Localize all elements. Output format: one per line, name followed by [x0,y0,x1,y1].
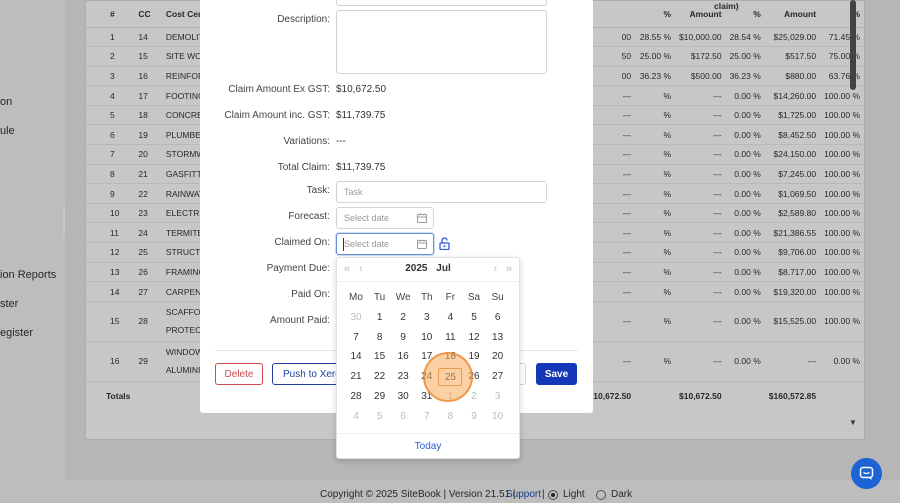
calendar-day[interactable]: 11 [438,329,462,347]
top-input-field[interactable] [336,0,547,6]
unlock-icon[interactable] [439,237,450,250]
calendar-day[interactable]: 18 [438,348,462,366]
total-claim-row: Total Claim: $11,739.75 [200,158,593,180]
calendar-day[interactable]: 30 [344,309,368,327]
description-row: Description: [200,10,593,76]
calendar-day[interactable]: 25 [438,368,463,387]
calendar-day[interactable]: 5 [462,309,486,327]
calendar-day[interactable]: 8 [368,329,392,347]
calendar-day[interactable]: 2 [462,388,486,406]
calendar-day[interactable]: 19 [462,348,486,366]
today-button[interactable]: Today [337,433,519,459]
calendar-day[interactable]: 2 [391,309,415,327]
calendar-day[interactable]: 16 [391,348,415,366]
claim-inc-gst-value: $11,739.75 [336,110,386,121]
calendar-day[interactable]: 10 [486,408,510,426]
calendar-day[interactable]: 14 [344,348,368,366]
calendar-day[interactable]: 5 [368,408,392,426]
weekday-header: Mo [349,292,363,303]
calendar-day[interactable]: 22 [368,368,392,386]
calendar-day[interactable]: 12 [462,329,486,347]
claim-inc-gst-row: Claim Amount inc. GST: $11,739.75 [200,106,593,128]
description-label: Description: [277,14,330,25]
delete-button[interactable]: Delete [215,363,263,385]
calendar-day[interactable]: 9 [462,408,486,426]
next-year-icon[interactable]: » [506,263,512,275]
calendar-day[interactable]: 1 [368,309,392,327]
calendar-day[interactable]: 30 [391,388,415,406]
task-row: Task: [200,181,593,203]
calendar-day[interactable]: 7 [415,408,439,426]
forecast-row: Forecast: Select date [200,207,593,229]
calendar-day[interactable]: 21 [344,368,368,386]
task-label: Task: [306,185,330,196]
calendar-day[interactable]: 13 [486,329,510,347]
month-selector[interactable]: Jul [436,263,450,274]
forecast-date-input[interactable]: Select date [336,207,434,229]
weekday-header: Su [491,292,504,303]
calendar-day[interactable]: 31 [415,388,439,406]
weekday-header: We [395,292,411,303]
calendar-day[interactable]: 10 [415,329,439,347]
calendar-day[interactable]: 3 [486,388,510,406]
date-picker-header: « ‹ 2025 Jul › » [337,258,519,282]
claimed-on-date-input[interactable]: Select date [336,233,434,255]
calendar-day[interactable]: 28 [344,388,368,406]
amount-paid-label: Amount Paid: [269,315,330,326]
save-button[interactable]: Save [536,363,577,385]
calendar-day[interactable]: 15 [368,348,392,366]
claim-ex-gst-row: Claim Amount Ex GST: $10,672.50 [200,80,593,102]
forecast-placeholder: Select date [344,213,390,223]
chat-icon [859,466,874,480]
variations-value: --- [336,136,346,147]
variations-row: Variations: --- [200,132,593,154]
payment-due-label: Payment Due: [266,263,330,274]
forecast-label: Forecast: [288,211,330,222]
calendar-day[interactable]: 3 [415,309,439,327]
calendar-day[interactable]: 9 [391,329,415,347]
weekday-header: Th [420,292,433,303]
calendar-day[interactable]: 26 [462,368,486,386]
description-textarea[interactable] [336,10,547,74]
calendar-day[interactable]: 20 [486,348,510,366]
calendar-day[interactable]: 4 [438,309,462,327]
calendar-day[interactable]: 24 [415,368,439,386]
calendar-day[interactable]: 8 [438,408,462,426]
task-input[interactable] [336,181,547,203]
weekday-header: Sa [467,292,481,303]
total-claim-value: $11,739.75 [336,162,386,173]
paid-on-label: Paid On: [291,289,330,300]
calendar-day[interactable]: 17 [415,348,439,366]
claimed-on-row: Claimed On: Select date [200,233,593,255]
next-month-icon[interactable]: › [493,263,497,275]
calendar-day[interactable]: 6 [486,309,510,327]
calendar-icon [417,239,427,249]
date-picker-popup: « ‹ 2025 Jul › » Mo Tu We Th Fr Sa Su 30 1 2 3 4 5 6 7… [336,257,520,459]
calendar-day[interactable]: 7 [344,329,368,347]
weekday-header: Tu [373,292,386,303]
date-picker-title: 2025 Jul [337,263,519,274]
calendar-day[interactable]: 23 [391,368,415,386]
calendar-day[interactable]: 27 [486,368,510,386]
claim-inc-gst-label: Claim Amount inc. GST: [224,110,330,121]
variations-label: Variations: [283,136,330,147]
chat-button[interactable] [851,458,882,489]
total-claim-label: Total Claim: [277,162,330,173]
claim-ex-gst-label: Claim Amount Ex GST: [228,84,330,95]
calendar-day[interactable]: 1 [438,388,462,406]
claimed-on-label: Claimed On: [274,237,330,248]
weekday-header: Fr [445,292,456,303]
claim-ex-gst-value: $10,672.50 [336,84,387,95]
claimed-on-placeholder: Select date [344,239,390,249]
calendar-day[interactable]: 29 [368,388,392,406]
calendar-day[interactable]: 6 [391,408,415,426]
year-selector[interactable]: 2025 [405,263,427,274]
calendar-icon [417,213,427,223]
calendar-day[interactable]: 4 [344,408,368,426]
